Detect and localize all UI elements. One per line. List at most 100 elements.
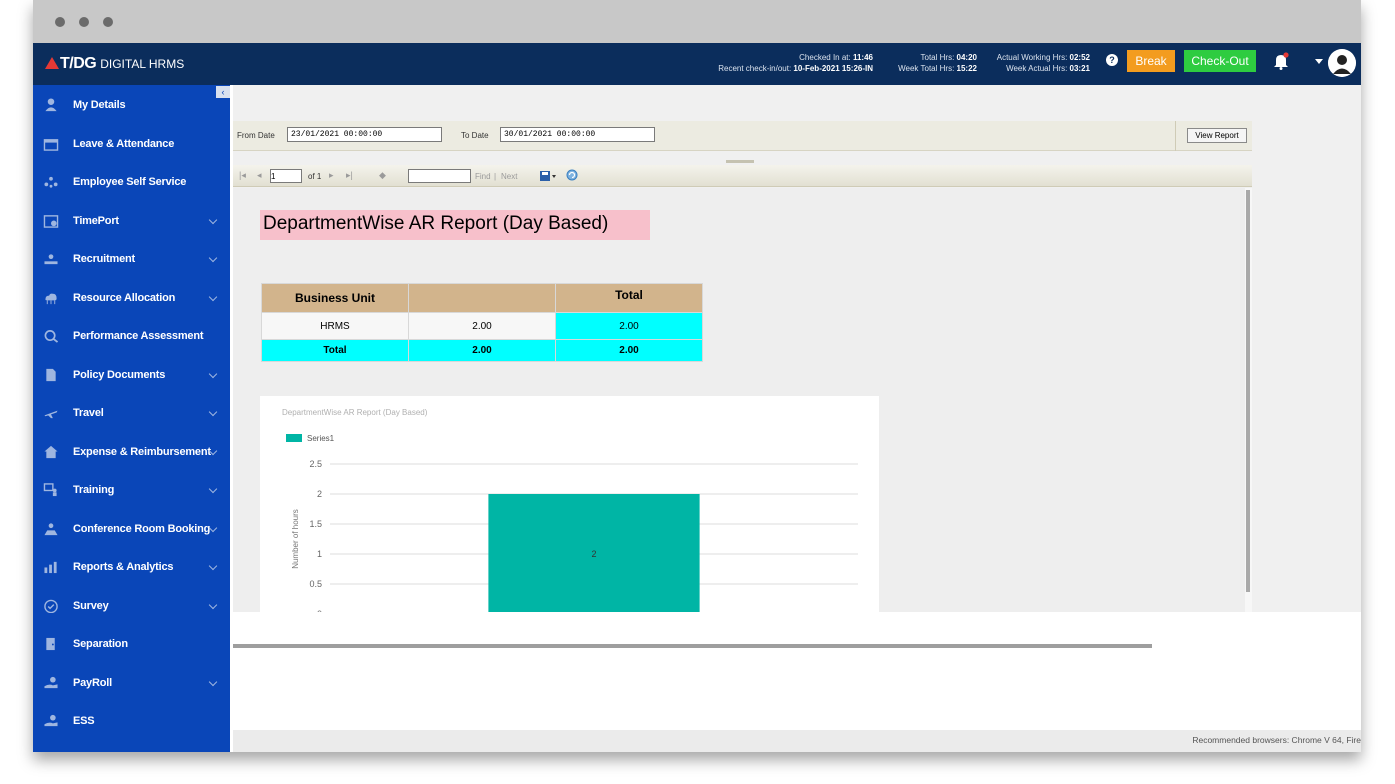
from-date-input[interactable]	[287, 127, 442, 142]
to-date-input[interactable]	[500, 127, 655, 142]
app-logo[interactable]: T/DG DIGITAL HRMS	[45, 55, 184, 73]
window-dot-icon[interactable]	[55, 17, 65, 27]
table-header-cell	[408, 283, 556, 313]
sidebar-item-policy-documents[interactable]: Policy Documents	[33, 356, 230, 394]
notification-bell-icon[interactable]	[1273, 52, 1289, 70]
people-network-icon	[44, 176, 58, 188]
page-number-input[interactable]	[270, 169, 302, 183]
logo-brand: T/DG	[60, 55, 97, 72]
user-menu-caret-icon[interactable]	[1315, 59, 1323, 64]
table-total-row: Total 2.00 2.00	[261, 339, 703, 362]
sidebar-item-survey[interactable]: Survey	[33, 587, 230, 625]
table-header-row: Business Unit Total	[261, 283, 703, 313]
hours-info: Total Hrs: 04:20 Week Total Hrs: 15:22	[885, 52, 977, 74]
chevron-down-icon[interactable]	[208, 600, 218, 609]
chevron-down-icon[interactable]	[208, 677, 218, 686]
total-hrs-value: 04:20	[956, 53, 977, 62]
parameter-splitter-handle[interactable]	[726, 160, 754, 163]
chevron-down-icon[interactable]	[208, 292, 218, 301]
sidebar-item-label: Reports & Analytics	[73, 561, 174, 573]
find-link[interactable]: Find	[475, 172, 491, 181]
table-cell: HRMS	[261, 312, 409, 340]
find-text-input[interactable]	[408, 169, 471, 183]
sidebar-item-expense-reimbursement[interactable]: Expense & Reimbursement	[33, 433, 230, 471]
chevron-down-icon[interactable]	[208, 484, 218, 494]
view-report-button[interactable]: View Report	[1187, 128, 1247, 143]
sidebar-item-separation[interactable]: Separation	[33, 625, 230, 663]
last-page-icon[interactable]: ▸|	[346, 170, 353, 181]
calendar-clock-icon	[43, 214, 59, 228]
from-date-label: From Date	[237, 131, 275, 140]
window-dot-icon[interactable]	[79, 17, 89, 27]
sidebar-item-performance-assessment[interactable]: Performance Assessment	[33, 317, 230, 355]
sidebar-item-conference-room-booking[interactable]: Conference Room Booking	[33, 510, 230, 548]
week-total-value: 15:22	[956, 64, 977, 73]
user-avatar[interactable]	[1328, 49, 1356, 77]
y-tick-label: 1	[317, 549, 322, 559]
sidebar-item-reports-analytics[interactable]: Reports & Analytics	[33, 548, 230, 586]
sidebar-item-resource-allocation[interactable]: Resource Allocation	[33, 279, 230, 317]
sidebar-item-label: Recruitment	[73, 253, 135, 265]
browser-recommendation-text: Recommended browsers: Chrome V 64, Fire	[1192, 735, 1361, 745]
app-name: DIGITAL HRMS	[100, 57, 185, 71]
sidebar-item-label: Separation	[73, 638, 128, 650]
report-title: DepartmentWise AR Report (Day Based)	[260, 210, 650, 240]
refresh-icon[interactable]	[566, 169, 578, 181]
chevron-down-icon[interactable]	[208, 215, 218, 224]
back-to-parent-icon[interactable]: ◆	[379, 170, 386, 181]
bar-chart: DepartmentWise AR Report (Day Based) Seri…	[282, 408, 858, 612]
report-canvas: DepartmentWise AR Report (Day Based) Bus…	[233, 188, 1245, 612]
checkout-button[interactable]: Check-Out	[1184, 50, 1256, 72]
vertical-scrollbar-thumb[interactable]	[1246, 190, 1250, 592]
table-header-cell: Total	[555, 283, 703, 313]
chevron-down-icon[interactable]	[208, 369, 218, 378]
export-save-icon[interactable]	[539, 170, 557, 182]
table-cell: 2.00	[555, 339, 703, 362]
help-icon[interactable]: ?	[1106, 54, 1118, 66]
chevron-down-icon[interactable]	[208, 253, 218, 263]
sidebar-item-label: Expense & Reimbursement	[73, 445, 211, 458]
recent-checkin-label: Recent check-in/out:	[718, 64, 792, 73]
sidebar-item-employee-self-service[interactable]: Employee Self Service	[33, 163, 230, 201]
sidebar-item-label: Resource Allocation	[73, 291, 176, 304]
report-parameters-bar: From Date To Date View Report	[233, 121, 1252, 151]
check-circle-icon	[44, 599, 58, 613]
sidebar-item-label: Training	[73, 484, 115, 496]
vertical-scrollbar[interactable]	[1245, 188, 1252, 612]
chart-container: DepartmentWise AR Report (Day Based) Seri…	[260, 396, 879, 612]
logo-triangle-icon	[45, 57, 59, 69]
sidebar-item-ess[interactable]: ESS	[33, 702, 230, 740]
horizontal-scrollbar[interactable]	[233, 644, 1152, 648]
sidebar-nav: ‹ My Details Leave & Attendance Employee S…	[33, 85, 230, 752]
document-icon	[46, 368, 56, 381]
chart-title: DepartmentWise AR Report (Day Based)	[282, 408, 428, 417]
next-page-icon[interactable]: ▸	[329, 170, 334, 181]
param-divider	[1175, 121, 1176, 151]
sidebar-item-travel[interactable]: Travel	[33, 394, 230, 432]
y-axis-label: Number of hours	[291, 509, 300, 569]
chevron-down-icon[interactable]	[208, 561, 218, 571]
sidebar-item-recruitment[interactable]: Recruitment	[33, 240, 230, 278]
door-exit-icon	[46, 637, 55, 651]
sidebar-item-timeport[interactable]: TimePort	[33, 202, 230, 240]
checked-in-label: Checked In at:	[799, 53, 851, 62]
next-link[interactable]: Next	[501, 172, 517, 181]
sidebar-item-leave-attendance[interactable]: Leave & Attendance	[33, 125, 230, 163]
actual-working-value: 02:52	[1069, 53, 1090, 62]
sidebar-item-training[interactable]: Training	[33, 471, 230, 509]
table-cell: 2.00	[555, 312, 703, 340]
report-toolbar: |◂ ◂ of 1 ▸ ▸| ◆ Find | Next	[233, 165, 1252, 187]
window-chrome	[33, 0, 1361, 43]
prev-page-icon[interactable]: ◂	[257, 170, 262, 181]
conference-icon	[44, 522, 58, 535]
window-dot-icon[interactable]	[103, 17, 113, 27]
sidebar-item-my-details[interactable]: My Details	[33, 86, 230, 124]
sidebar-item-payroll[interactable]: PayRoll	[33, 664, 230, 702]
sidebar-item-label: Employee Self Service	[73, 176, 187, 188]
chevron-down-icon[interactable]	[208, 407, 218, 417]
browser-window: T/DG DIGITAL HRMS Checked In at: 11:46 Re…	[33, 0, 1361, 752]
table-row: HRMS 2.00 2.00	[261, 312, 703, 340]
break-button[interactable]: Break	[1127, 50, 1175, 72]
first-page-icon[interactable]: |◂	[239, 170, 246, 181]
page-footer: Recommended browsers: Chrome V 64, Fire	[233, 730, 1361, 752]
